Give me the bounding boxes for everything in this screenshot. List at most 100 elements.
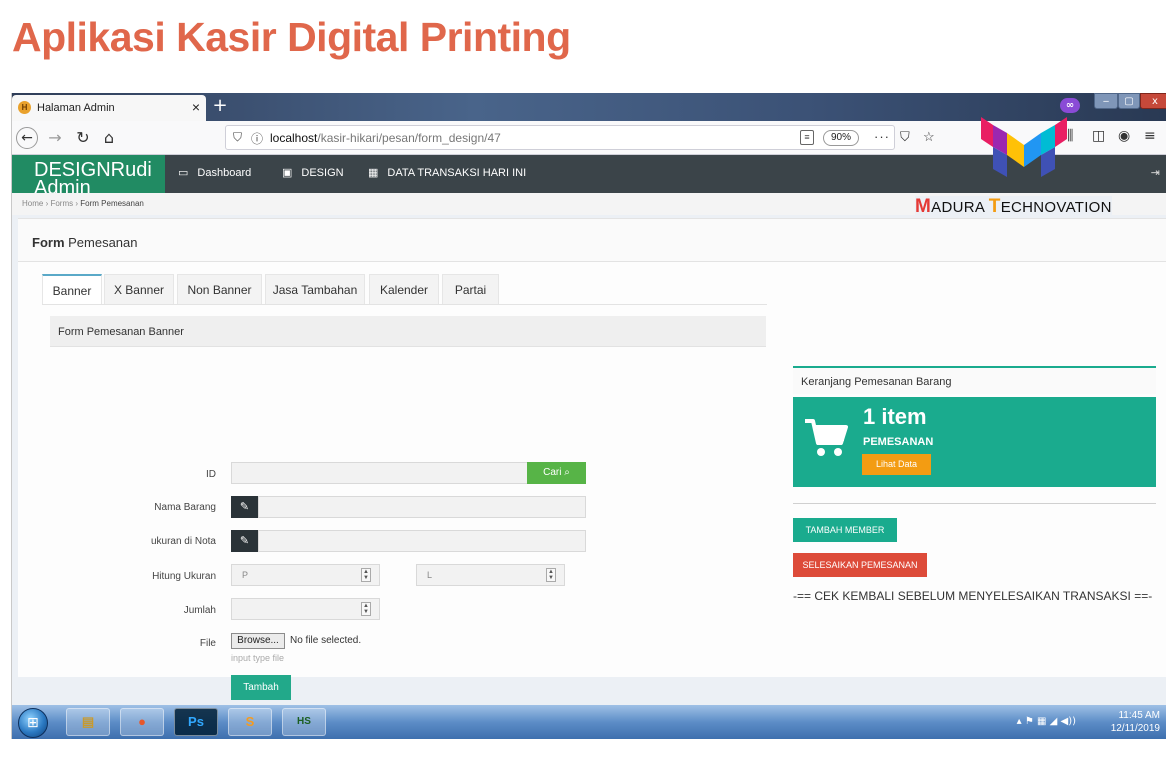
bookmark-star-icon[interactable]: ☆: [923, 129, 935, 145]
file-explorer-icon[interactable]: ▤: [66, 708, 110, 736]
breadcrumb-forms[interactable]: Forms: [50, 199, 73, 208]
spinner-icon[interactable]: ▲ ▼: [361, 602, 371, 616]
pencil-icon: ✎: [231, 530, 258, 552]
favicon-icon: H: [18, 101, 31, 114]
cari-button-label: Cari: [543, 467, 562, 478]
breadcrumb-current: Form Pemesanan: [80, 199, 144, 208]
tab-x-banner[interactable]: X Banner: [104, 274, 174, 304]
ukuran-nota-input[interactable]: [258, 530, 586, 552]
logo-letter-t: T: [988, 196, 1001, 217]
cari-button[interactable]: Cari ⌕: [527, 462, 586, 484]
photoshop-icon[interactable]: Ps: [174, 708, 218, 736]
page-title-bold: Form: [32, 235, 65, 250]
logo-letter-m: M: [915, 196, 932, 217]
url-host: localhost: [270, 131, 318, 145]
signal-icon[interactable]: ◢: [1050, 716, 1058, 727]
logout-icon[interactable]: ⇥: [1151, 166, 1160, 179]
tab-jasa-tambahan[interactable]: Jasa Tambahan: [265, 274, 365, 304]
logo-word-adura: ADURA: [931, 199, 989, 216]
info-icon[interactable]: ⓘ: [251, 130, 263, 147]
taskbar-clock[interactable]: 11:45 AM 12/11/2019: [1111, 709, 1160, 735]
madura-technovation-wordmark: MADURA TECHNOVATION: [915, 196, 1112, 218]
page-title-rest: Pemesanan: [64, 235, 138, 250]
panjang-placeholder: P: [242, 570, 249, 580]
page-actions-icon[interactable]: ···: [874, 129, 890, 144]
tab-partai[interactable]: Partai: [442, 274, 499, 304]
browser-window: H Halaman Admin × + ∞ ‒ ▢ x ← → ↻ ⌂ ⛉ ⓘ …: [11, 93, 1166, 739]
menu-dashboard-label: Dashboard: [197, 167, 252, 179]
image-icon: ▣: [282, 167, 293, 179]
back-button[interactable]: ←: [16, 127, 38, 149]
volume-icon[interactable]: ◀)): [1061, 716, 1077, 727]
windows-taskbar: ⊞ ▤ ● Ps S HS ▴ ⚑ ▦ ◢ ◀)) 11:45 AM 12/11…: [12, 705, 1166, 739]
pocket-icon[interactable]: ⛉: [900, 129, 910, 145]
hs-app-icon[interactable]: HS: [282, 708, 326, 736]
firefox-icon[interactable]: ●: [120, 708, 164, 736]
home-button[interactable]: ⌂: [98, 127, 120, 149]
id-input[interactable]: [231, 462, 528, 484]
windows-logo-icon: ⊞: [27, 715, 39, 731]
monitor-icon: ▭: [178, 167, 189, 179]
tray-arrow-icon[interactable]: ▴: [1017, 716, 1022, 727]
selesaikan-pemesanan-button[interactable]: SELESAIKAN PEMESANAN: [793, 553, 927, 577]
tab-banner[interactable]: Banner: [42, 274, 102, 304]
slide-title: Aplikasi Kasir Digital Printing: [12, 14, 571, 60]
start-button[interactable]: ⊞: [18, 708, 48, 738]
cart-header: Keranjang Pemesanan Barang: [793, 366, 1156, 394]
file-hint: input type file: [231, 653, 285, 663]
breadcrumb-home[interactable]: Home: [22, 199, 43, 208]
address-bar[interactable]: ⛉ ⓘ localhost/kasir-hikari/pesan/form_de…: [225, 125, 935, 150]
window-minimize-button[interactable]: ‒: [1094, 93, 1118, 109]
grid-icon: ▦: [368, 167, 379, 179]
nama-barang-input[interactable]: [258, 496, 586, 518]
label-file: File: [199, 638, 216, 649]
tambah-button[interactable]: Tambah: [231, 675, 291, 700]
check-notice: -== CEK KEMBALI SEBELUM MENYELESAIKAN TR…: [793, 589, 1153, 603]
spinner-icon[interactable]: ▲ ▼: [546, 568, 556, 582]
label-hitung-ukuran: Hitung Ukuran: [152, 571, 216, 582]
menu-data-transaksi[interactable]: ▦ DATA TRANSAKSI HARI INI: [368, 166, 526, 179]
cart-label: PEMESANAN: [863, 436, 934, 448]
clock-date: 12/11/2019: [1110, 723, 1160, 734]
tab-divider: [42, 304, 767, 305]
tab-kalender[interactable]: Kalender: [369, 274, 439, 304]
shopping-cart-icon: [805, 419, 848, 456]
lebar-input[interactable]: L ▲ ▼: [416, 564, 565, 586]
cart-divider: [793, 503, 1156, 504]
label-id: ID: [206, 469, 216, 480]
tab-non-banner[interactable]: Non Banner: [177, 274, 262, 304]
browse-button[interactable]: Browse...: [231, 633, 285, 649]
form-panel-title: Form Pemesanan Banner: [58, 326, 184, 338]
browser-tab[interactable]: H Halaman Admin ×: [12, 95, 206, 121]
cart-summary-box: 1 item PEMESANAN Lihat Data: [793, 397, 1156, 487]
window-close-button[interactable]: x: [1140, 93, 1166, 109]
sublime-text-icon[interactable]: S: [228, 708, 272, 736]
action-center-icon[interactable]: ⚑: [1025, 716, 1034, 727]
account-icon[interactable]: ◉: [1118, 128, 1130, 144]
new-tab-button[interactable]: +: [209, 95, 231, 117]
menu-icon[interactable]: ≡: [1144, 128, 1156, 144]
label-nama-barang: Nama Barang: [154, 502, 216, 513]
menu-design[interactable]: ▣ DESIGN: [282, 166, 344, 179]
logo-word-echnovation: ECHNOVATION: [1000, 199, 1112, 216]
cart-item-count: 1 item: [863, 404, 927, 429]
spinner-icon[interactable]: ▲ ▼: [361, 568, 371, 582]
network-device-icon[interactable]: ▦: [1037, 716, 1046, 727]
panjang-input[interactable]: P ▲ ▼: [231, 564, 380, 586]
reload-button[interactable]: ↻: [72, 127, 94, 149]
tab-close-icon[interactable]: ×: [192, 99, 200, 115]
jumlah-input[interactable]: ▲ ▼: [231, 598, 380, 620]
zoom-level[interactable]: 90%: [823, 130, 860, 146]
reader-view-icon[interactable]: ≡: [800, 130, 814, 145]
window-maximize-button[interactable]: ▢: [1118, 93, 1140, 109]
forward-button[interactable]: →: [44, 127, 66, 149]
app-brand[interactable]: DESIGNRudi Admin: [12, 155, 165, 193]
menu-dashboard[interactable]: ▭ Dashboard: [178, 166, 251, 179]
sidebar-icon[interactable]: ◫: [1092, 128, 1105, 144]
lihat-data-button[interactable]: Lihat Data: [862, 454, 931, 475]
tab-title: Halaman Admin: [37, 102, 115, 114]
page-title: Form Pemesanan: [32, 235, 138, 250]
tambah-member-button[interactable]: TAMBAH MEMBER: [793, 518, 897, 542]
cart-title: Keranjang Pemesanan Barang: [801, 376, 952, 388]
shield-icon: ⛉: [233, 130, 243, 144]
